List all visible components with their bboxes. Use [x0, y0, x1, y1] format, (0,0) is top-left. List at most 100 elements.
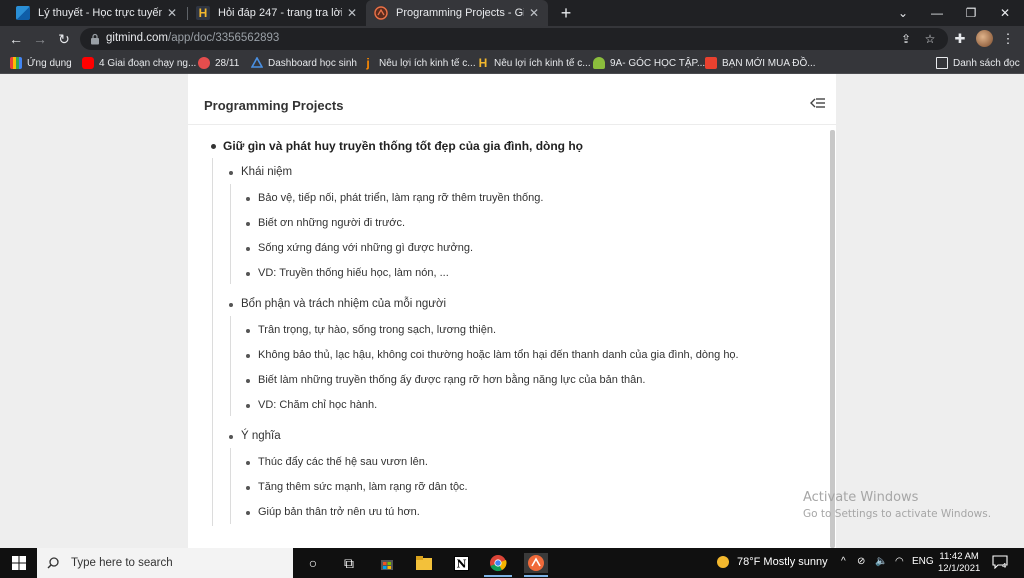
input-language[interactable]: ENG — [912, 556, 934, 567]
taskbar-search-box[interactable]: Type here to search — [37, 548, 293, 578]
file-explorer-icon[interactable] — [414, 553, 434, 573]
bookmark-favicon-icon — [593, 57, 605, 69]
bookmark-label: Nêu lợi ích kinh tế c... — [494, 57, 591, 69]
bookmark-dashboard[interactable]: Dashboard học sinh — [251, 52, 357, 74]
outline-item-node[interactable]: Bảo vệ, tiếp nối, phát triển, làm rạng r… — [246, 192, 544, 204]
svg-text:N: N — [456, 557, 466, 570]
chrome-icon[interactable] — [488, 553, 508, 573]
wifi-icon[interactable]: ◠ — [895, 556, 904, 567]
bookmark-favicon-icon — [198, 57, 210, 69]
tab-gitmind[interactable]: Programming Projects - GitMind ✕ — [366, 0, 548, 26]
bookmark-star-icon[interactable]: ☆ — [922, 31, 938, 47]
close-icon[interactable]: ✕ — [346, 6, 358, 20]
gitmind-app-icon[interactable] — [524, 553, 548, 573]
page-viewport: Programming Projects Giữ gìn và phát huy… — [0, 74, 1024, 548]
outline-guide-line — [230, 316, 231, 416]
bookmark-label: 28/11 — [215, 57, 240, 69]
forward-button[interactable]: → — [30, 29, 50, 49]
title-divider — [188, 124, 836, 125]
bookmark-neu-loi-ich-2[interactable]: H Nêu lợi ích kinh tế c... — [477, 52, 591, 74]
tab-hoidap247[interactable]: H Hỏi đáp 247 - trang tra lời ✕ — [188, 0, 366, 26]
store-bag-icon[interactable] — [377, 553, 397, 573]
weather-text: 78°F Mostly sunny — [737, 556, 828, 568]
url-text: gitmind.com/app/doc/3356562893 — [106, 32, 279, 44]
windows-taskbar: Type here to search ○ ⧉ N 78°F Mostly su… — [0, 548, 1024, 578]
gitmind-active-indicator — [524, 575, 548, 577]
close-icon[interactable]: ✕ — [166, 6, 178, 20]
item-text: Trân trọng, tự hào, sống trong sạch, lươ… — [258, 324, 496, 336]
tab-title: Programming Projects - GitMind — [396, 7, 524, 19]
bookmark-ban-moi[interactable]: BẠN MỚI MUA ĐỒ... — [705, 52, 816, 74]
drive-triangle-icon — [251, 57, 263, 68]
chrome-active-indicator — [484, 575, 512, 577]
bookmark-label: 9A- GÓC HỌC TẬP... — [610, 57, 706, 69]
outline-item-node[interactable]: Giúp bản thân trở nên ưu tú hơn. — [246, 506, 420, 518]
item-text: Giúp bản thân trở nên ưu tú hơn. — [258, 506, 420, 518]
taskbar-clock[interactable]: 11:42 AM 12/1/2021 — [938, 551, 980, 575]
bookmark-apps[interactable]: Ứng dụng — [10, 52, 72, 74]
outline-item-node[interactable]: Biết làm những truyền thống ấy được rạng… — [246, 374, 645, 386]
close-window-button[interactable]: ✕ — [988, 0, 1022, 26]
bookmark-9a[interactable]: 9A- GÓC HỌC TẬP... — [593, 52, 705, 74]
reload-button[interactable]: ↻ — [54, 29, 74, 49]
document-scrollbar[interactable] — [830, 130, 835, 548]
shopping-bag-icon — [705, 57, 717, 69]
outline-item-node[interactable]: Tăng thêm sức mạnh, làm rạng rỡ dân tộc. — [246, 481, 468, 493]
outline-item-node[interactable]: Trân trọng, tự hào, sống trong sạch, lươ… — [246, 324, 496, 336]
bookmark-label: BẠN MỚI MUA ĐỒ... — [722, 57, 816, 69]
outline-item-node[interactable]: VD: Chăm chỉ học hành. — [246, 399, 378, 411]
network-icon[interactable]: ⊘ — [857, 556, 865, 567]
browser-toolbar: ← → ↻ gitmind.com/app/doc/3356562893 ⇪ ☆… — [0, 26, 1024, 52]
share-icon[interactable]: ⇪ — [898, 31, 914, 47]
profile-avatar[interactable] — [976, 30, 993, 47]
notion-icon[interactable]: N — [451, 553, 471, 573]
item-text: VD: Chăm chỉ học hành. — [258, 399, 378, 411]
sun-icon — [717, 556, 729, 568]
outline-item-node[interactable]: Sống xứng đáng với những gì được hưởng. — [246, 242, 473, 254]
section-heading: Ý nghĩa — [241, 430, 281, 442]
volume-icon[interactable]: 🔈 — [875, 556, 887, 567]
lock-icon — [91, 33, 99, 45]
outline-section-node[interactable]: Bổn phận và trách nhiệm của mỗi người — [229, 298, 447, 310]
back-button[interactable]: ← — [6, 29, 26, 49]
windows-start-icon[interactable] — [12, 556, 26, 570]
outline-section-node[interactable]: Ý nghĩa — [229, 430, 281, 442]
reading-list[interactable]: Danh sách đọc — [936, 52, 1020, 74]
cortana-circle-icon[interactable]: ○ — [303, 553, 323, 573]
item-text: Bảo vệ, tiếp nối, phát triển, làm rạng r… — [258, 192, 544, 204]
root-text: Giữ gìn và phát huy truyền thống tốt đẹp… — [223, 139, 584, 153]
weather-widget[interactable]: 78°F Mostly sunny — [717, 556, 828, 568]
task-view-icon[interactable]: ⧉ — [339, 553, 359, 573]
extensions-puzzle-icon[interactable]: ✚ — [950, 29, 970, 49]
notification-center-icon[interactable]: 4 — [992, 555, 1008, 570]
address-bar[interactable]: gitmind.com/app/doc/3356562893 ⇪ ☆ — [80, 28, 948, 50]
minimize-button[interactable]: — — [920, 0, 954, 26]
outline-section-node[interactable]: Khái niệm — [229, 166, 293, 178]
collapse-outline-icon[interactable] — [810, 96, 826, 110]
tab-title: Hỏi đáp 247 - trang tra lời — [218, 7, 342, 19]
bookmark-favicon-icon: j — [366, 56, 370, 70]
outline-root-node[interactable]: Giữ gìn và phát huy truyền thống tốt đẹp… — [211, 139, 584, 153]
outline-item-node[interactable]: Không bảo thủ, lạc hậu, không coi thường… — [246, 349, 739, 361]
outline-item-node[interactable]: Biết ơn những người đi trước. — [246, 217, 405, 229]
outline-item-node[interactable]: VD: Truyền thống hiếu học, làm nón, ... — [246, 267, 449, 279]
bookmarks-bar: Ứng dụng 4 Giai đoạn chạy ng... 28/11 Da… — [0, 52, 1024, 74]
tab-search-chevron-icon[interactable]: ⌄ — [886, 0, 920, 26]
bookmark-youtube[interactable]: 4 Giai đoạn chạy ng... — [82, 52, 196, 74]
section-heading: Bổn phận và trách nhiệm của mỗi người — [241, 298, 447, 310]
outline-item-node[interactable]: Thúc đẩy các thế hệ sau vươn lên. — [246, 456, 428, 468]
item-text: Không bảo thủ, lạc hậu, không coi thường… — [258, 349, 739, 361]
reading-list-label: Danh sách đọc — [953, 57, 1020, 69]
tray-chevron-up-icon[interactable]: ^ — [841, 556, 846, 567]
more-menu-icon[interactable]: ⋮ — [998, 29, 1018, 49]
item-text: Tăng thêm sức mạnh, làm rạng rỡ dân tộc. — [258, 481, 468, 493]
bookmark-neu-loi-ich-1[interactable]: j Nêu lợi ích kinh tế c... — [362, 52, 475, 74]
new-tab-button[interactable]: + — [556, 3, 576, 23]
section-heading: Khái niệm — [241, 166, 293, 178]
close-icon[interactable]: ✕ — [528, 6, 540, 20]
bookmark-label: Dashboard học sinh — [268, 57, 357, 69]
tab-olm[interactable]: Lý thuyết - Học trực tuyến OLM ✕ — [8, 0, 186, 26]
restore-button[interactable]: ❐ — [954, 0, 988, 26]
bookmark-2811[interactable]: 28/11 — [198, 52, 239, 74]
gitmind-favicon-icon — [374, 6, 388, 20]
